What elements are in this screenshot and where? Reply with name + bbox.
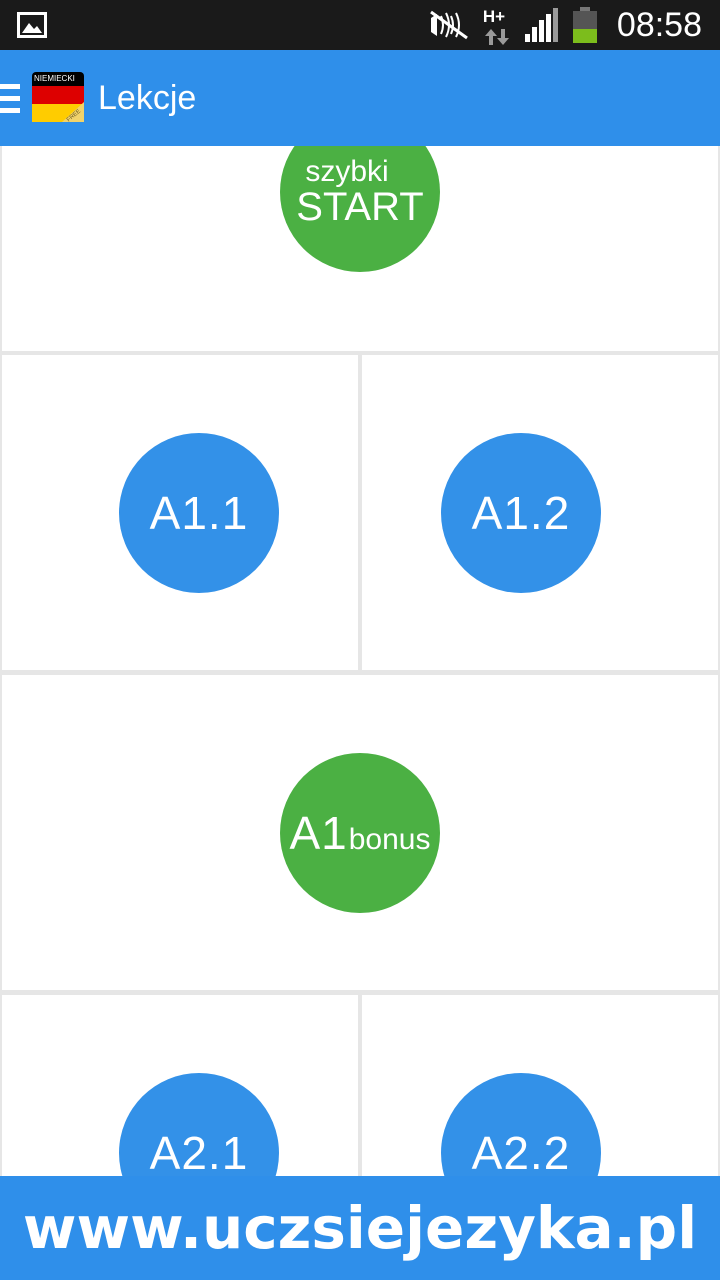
network-type-label: H+	[482, 7, 506, 26]
lesson-a2-2-button[interactable]: A2.2	[441, 1073, 601, 1176]
lesson-a2-1-label: A2.1	[149, 1127, 249, 1176]
lesson-a1-bonus-label: A1 bonus	[289, 806, 430, 860]
lesson-cell-a1-2[interactable]: A1.2	[362, 355, 718, 670]
website-url: www.uczsiejezyka.pl	[22, 1194, 698, 1262]
lesson-cell-a2-1[interactable]: A2.1	[2, 995, 358, 1176]
app-screen: H+ 08:58 NIEMIECKI FREE Lekcje szybki ST…	[0, 0, 720, 1280]
lesson-a2-2-label: A2.2	[471, 1127, 571, 1176]
battery-icon	[572, 7, 597, 43]
lesson-a1-bonus-suffix: bonus	[348, 823, 431, 856]
hplus-data-icon: H+	[483, 5, 511, 45]
logo-language-label: NIEMIECKI	[34, 74, 75, 83]
lesson-a1-2-label: A1.2	[471, 487, 571, 539]
data-arrows-icon	[484, 29, 509, 45]
status-time: 08:58	[616, 5, 702, 44]
gallery-icon	[17, 12, 47, 38]
quick-start-button[interactable]: szybki START	[280, 146, 440, 272]
quick-start-cell[interactable]: szybki START	[2, 146, 718, 351]
app-logo[interactable]: NIEMIECKI FREE	[32, 72, 84, 123]
page-title: Lekcje	[98, 79, 197, 117]
quick-start-line2: START	[296, 185, 424, 229]
action-bar: NIEMIECKI FREE Lekcje	[0, 50, 720, 146]
lesson-a1-1-label: A1.1	[149, 487, 249, 539]
website-banner[interactable]: www.uczsiejezyka.pl	[0, 1176, 720, 1280]
lesson-cell-a1-bonus[interactable]: A1 bonus	[2, 675, 718, 990]
mute-icon	[430, 10, 468, 40]
quick-start-line1: szybki	[305, 155, 389, 188]
lesson-cell-a1-1[interactable]: A1.1	[2, 355, 358, 670]
status-icons: H+ 08:58	[427, 0, 702, 50]
lesson-cell-a2-2[interactable]: A2.2	[362, 995, 718, 1176]
lesson-a2-1-button[interactable]: A2.1	[119, 1073, 279, 1176]
menu-icon[interactable]	[0, 84, 20, 114]
lesson-a1-1-button[interactable]: A1.1	[119, 433, 279, 593]
signal-icon	[524, 8, 558, 42]
lessons-grid: szybki START A1.1 A1.2 A1 bonus A2.1 A2.…	[0, 146, 720, 1176]
lesson-a1-bonus-button[interactable]: A1 bonus	[280, 753, 440, 913]
status-bar: H+ 08:58	[0, 0, 720, 50]
lesson-a1-2-button[interactable]: A1.2	[441, 433, 601, 593]
lesson-a1-bonus-main: A1	[289, 807, 348, 859]
